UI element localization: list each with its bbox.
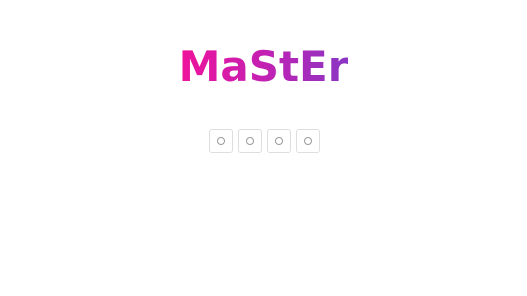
pin-digit-4[interactable] [296,129,320,153]
logo-text: MaStEr [178,42,349,91]
circle-icon [246,137,254,145]
circle-icon [275,137,283,145]
app-logo: MaStEr [0,41,527,93]
circle-icon [217,137,225,145]
pin-digit-3[interactable] [267,129,291,153]
pin-digit-2[interactable] [238,129,262,153]
page: MaStEr [0,0,527,296]
pin-entry [209,129,320,153]
pin-digit-1[interactable] [209,129,233,153]
circle-icon [304,137,312,145]
